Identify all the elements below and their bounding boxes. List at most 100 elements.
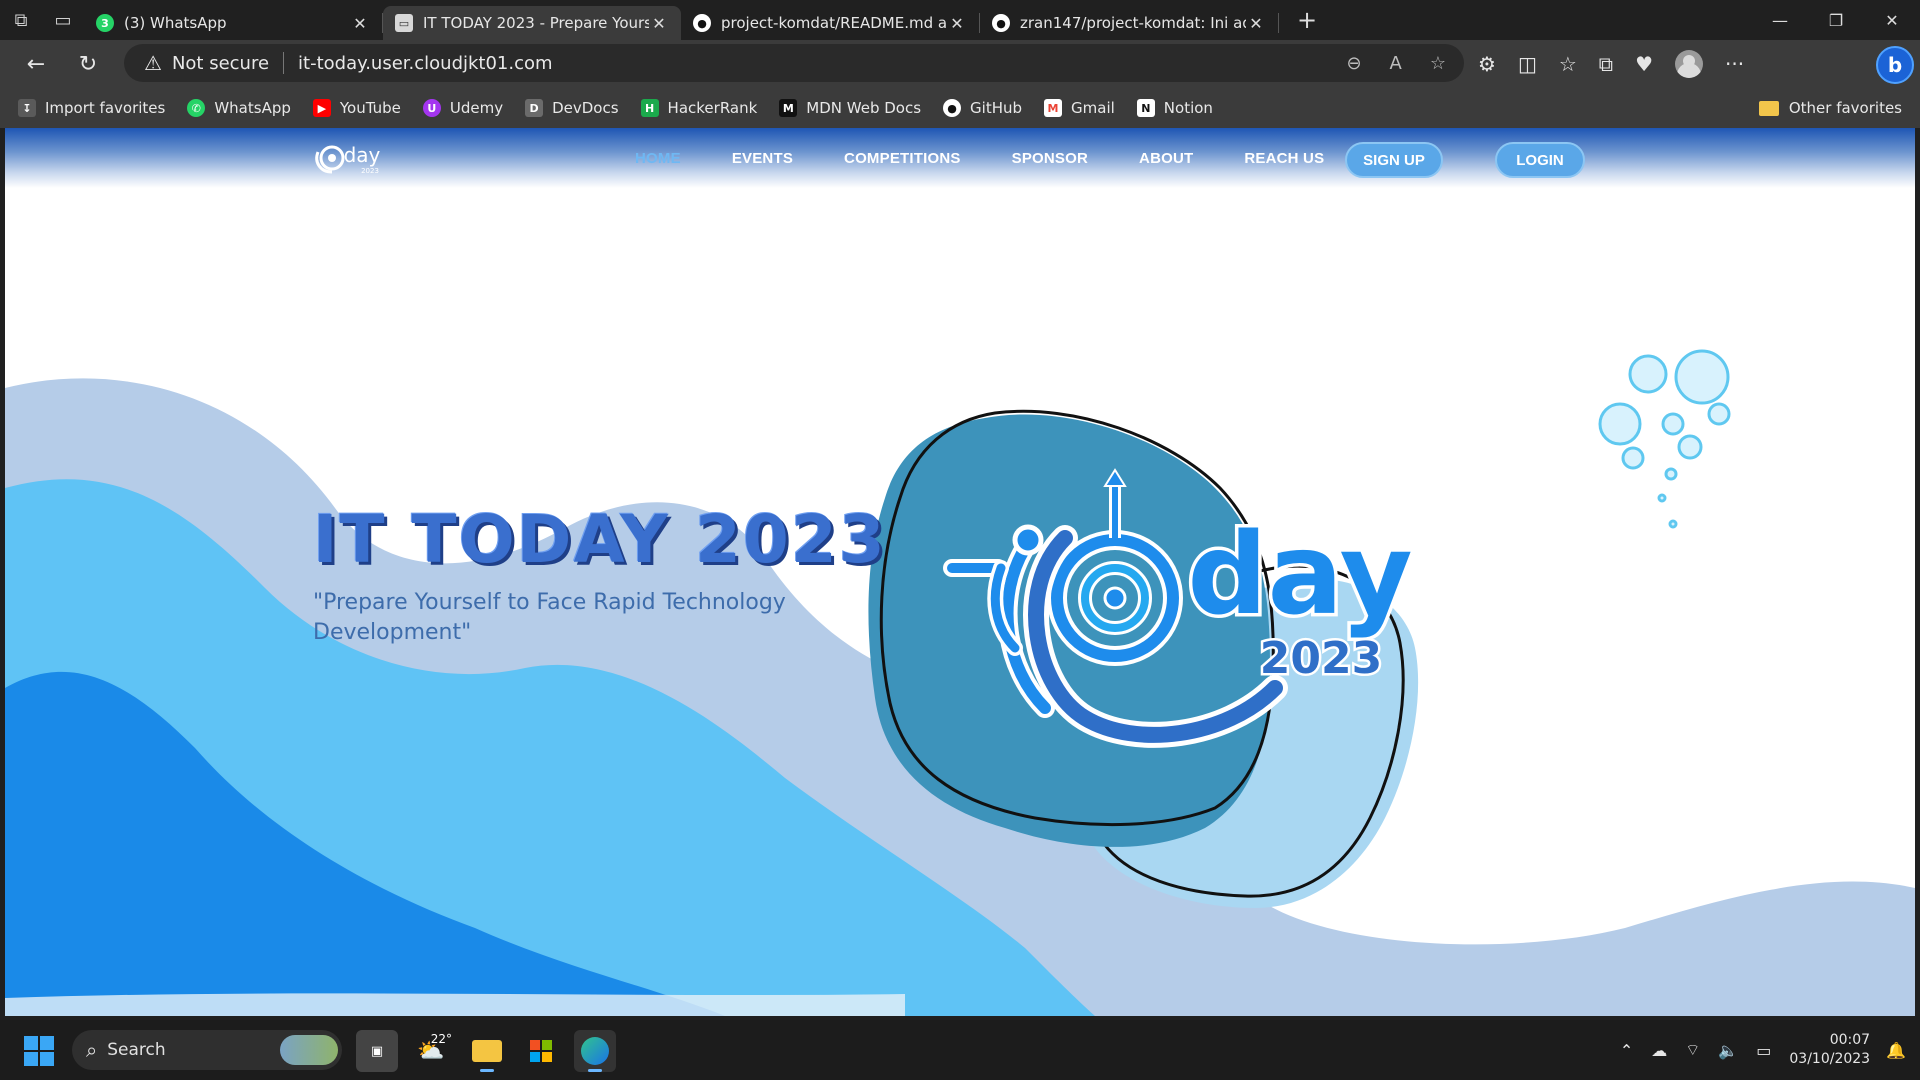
file-explorer-icon[interactable]: [466, 1030, 508, 1072]
favorites-bar: ↧ Import favorites ✆ WhatsApp ▶ YouTube U Ud…: [0, 88, 1920, 128]
workspaces-icon[interactable]: ⧉: [0, 0, 42, 40]
favorite-hackerrank[interactable]: H HackerRank: [640, 99, 757, 117]
logo-year: 2023: [1260, 633, 1382, 684]
notification-icon[interactable]: 🔔: [1886, 1041, 1906, 1060]
favorite-github[interactable]: ● GitHub: [943, 99, 1022, 117]
tab-divider: [1278, 13, 1279, 33]
site-nav: HOME EVENTS COMPETITIONS SPONSOR ABOUT R…: [635, 128, 1375, 188]
browser-tools: ⚙ ◫ ☆ ⧉ ♥ ···: [1478, 40, 1744, 88]
nav-about[interactable]: ABOUT: [1139, 150, 1193, 167]
read-aloud-icon[interactable]: A: [1390, 53, 1402, 74]
site-logo-word: day: [344, 143, 381, 167]
signup-button[interactable]: SIGN UP: [1345, 142, 1443, 178]
health-icon[interactable]: ♥: [1635, 52, 1653, 76]
volume-icon[interactable]: 🔈: [1718, 1041, 1738, 1060]
copilot-icon[interactable]: b: [1876, 46, 1914, 84]
tab-title: project-komdat/README.md at: [721, 14, 947, 32]
favorite-import[interactable]: ↧ Import favorites: [18, 99, 165, 117]
back-icon[interactable]: ←: [10, 44, 62, 84]
favorite-notion[interactable]: N Notion: [1136, 99, 1213, 117]
udemy-icon: U: [422, 99, 441, 117]
mdn-icon: M: [779, 99, 798, 117]
close-icon[interactable]: ✕: [649, 14, 669, 33]
nav-reach-us[interactable]: REACH US: [1244, 150, 1324, 167]
github-icon: ●: [992, 14, 1010, 32]
favorite-whatsapp[interactable]: ✆ WhatsApp: [187, 99, 291, 117]
tab-repo[interactable]: ● zran147/project-komdat: Ini adal ✕: [980, 6, 1278, 40]
search-icon: ⌕: [86, 1038, 98, 1062]
nav-events[interactable]: EVENTS: [732, 150, 793, 167]
favorite-gmail[interactable]: M Gmail: [1044, 99, 1115, 117]
windows-start-icon[interactable]: [24, 1036, 54, 1066]
onedrive-icon[interactable]: ☁: [1651, 1041, 1667, 1060]
profile-avatar[interactable]: [1675, 50, 1703, 78]
other-favorites-label: Other favorites: [1788, 99, 1902, 117]
refresh-icon[interactable]: ↻: [62, 44, 114, 84]
extensions-icon[interactable]: ⚙: [1478, 52, 1496, 76]
nav-home[interactable]: HOME: [635, 150, 681, 167]
battery-icon[interactable]: ▭: [1756, 1041, 1771, 1060]
favorite-udemy[interactable]: U Udemy: [422, 99, 503, 117]
hero-title: IT TODAY 2023: [313, 501, 887, 578]
more-icon[interactable]: ···: [1725, 52, 1744, 76]
taskbar-search[interactable]: ⌕ Search: [72, 1030, 342, 1070]
close-icon[interactable]: ✕: [1246, 14, 1266, 33]
hackerrank-icon: H: [640, 99, 659, 117]
close-icon[interactable]: ✕: [350, 14, 370, 33]
url-text[interactable]: it-today.user.cloudjkt01.com: [298, 53, 553, 74]
task-view-icon[interactable]: ▣: [356, 1030, 398, 1072]
chevron-up-icon[interactable]: ⌃: [1620, 1041, 1633, 1060]
weather-temp: 22°: [430, 1032, 452, 1046]
hero-illustration: day 2023: [5, 349, 1915, 1016]
hero-subtitle: "Prepare Yourself to Face Rapid Technolo…: [313, 590, 786, 645]
edge-icon[interactable]: [574, 1030, 616, 1072]
address-bar[interactable]: ⚠ Not secure it-today.user.cloudjkt01.co…: [124, 44, 1464, 82]
page-icon: ▭: [395, 14, 413, 32]
weather-widget[interactable]: ⛅ 22°: [410, 1030, 452, 1072]
address-divider: [283, 52, 285, 74]
github-icon: ●: [943, 99, 962, 117]
close-window-icon[interactable]: ✕: [1864, 0, 1920, 40]
tab-it-today[interactable]: ▭ IT TODAY 2023 - Prepare Yourself ✕: [383, 6, 681, 40]
bubbles: [1598, 349, 1731, 529]
split-screen-icon[interactable]: ◫: [1518, 52, 1537, 76]
favorites-icon[interactable]: ☆: [1559, 52, 1577, 76]
favorite-youtube[interactable]: ▶ YouTube: [312, 99, 401, 117]
minimize-icon[interactable]: —: [1752, 0, 1808, 40]
tab-whatsapp[interactable]: 3 (3) WhatsApp ✕: [84, 6, 382, 40]
favorite-mdn[interactable]: M MDN Web Docs: [779, 99, 921, 117]
search-highlight-image: [280, 1035, 338, 1065]
star-icon[interactable]: ☆: [1430, 53, 1446, 74]
zoom-icon[interactable]: ⊖: [1346, 53, 1361, 74]
clock[interactable]: 00:07 03/10/2023: [1789, 1031, 1870, 1069]
login-button[interactable]: LOGIN: [1495, 142, 1585, 178]
import-icon: ↧: [18, 99, 36, 117]
favorite-label: Notion: [1163, 99, 1213, 117]
favorite-label: YouTube: [339, 99, 401, 117]
new-tab-button[interactable]: +: [1287, 6, 1327, 34]
site-header: day 2023 HOME EVENTS COMPETITIONS SPONSO…: [5, 128, 1915, 188]
favorite-label: Import favorites: [45, 99, 166, 117]
tab-readme[interactable]: ● project-komdat/README.md at ✕: [681, 6, 979, 40]
gmail-icon: M: [1044, 99, 1063, 117]
store-glyph: [530, 1040, 552, 1062]
restore-icon[interactable]: ❐: [1808, 0, 1864, 40]
clock-date: 03/10/2023: [1789, 1051, 1871, 1067]
youtube-icon: ▶: [312, 99, 331, 117]
tab-actions-icon[interactable]: ▭: [42, 0, 84, 40]
other-favorites[interactable]: Other favorites: [1758, 88, 1902, 128]
site-logo[interactable]: day 2023: [310, 138, 390, 178]
notion-icon: N: [1136, 99, 1155, 117]
store-icon[interactable]: [520, 1030, 562, 1072]
security-label[interactable]: Not secure: [172, 53, 269, 74]
nav-sponsor[interactable]: SPONSOR: [1012, 150, 1088, 167]
wifi-icon[interactable]: ⌔: [1685, 1040, 1700, 1060]
folder-shape: [472, 1040, 502, 1062]
favorite-devdocs[interactable]: D DevDocs: [525, 99, 619, 117]
whatsapp-icon: 3: [96, 14, 114, 32]
collections-icon[interactable]: ⧉: [1599, 52, 1613, 76]
site-logo-year: 2023: [361, 167, 379, 175]
nav-competitions[interactable]: COMPETITIONS: [844, 150, 961, 167]
close-icon[interactable]: ✕: [947, 14, 967, 33]
warning-icon[interactable]: ⚠: [144, 51, 162, 75]
